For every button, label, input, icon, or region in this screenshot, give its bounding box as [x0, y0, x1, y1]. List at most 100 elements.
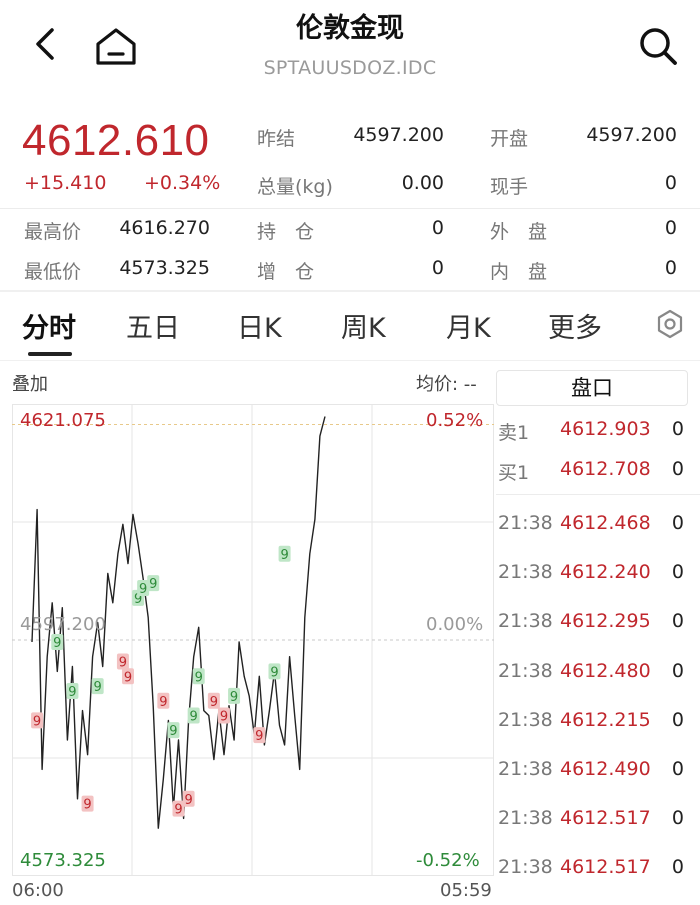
x-axis-start-label: 06:00 [12, 880, 64, 901]
tick-price: 4612.480 [560, 660, 651, 682]
tick-row: 21:38 4612.215 0 [498, 709, 694, 739]
oi-change-label: 增 仓 [257, 261, 315, 283]
signal-marker-label: 9 [184, 793, 192, 808]
bid-label: 买1 [498, 462, 530, 484]
ask-price: 4612.903 [560, 418, 651, 440]
y-axis-min-label: 4573.325 [20, 850, 106, 871]
signal-marker-label: 9 [190, 709, 198, 724]
bid-row: 买1 4612.708 0 [498, 458, 694, 488]
tick-row: 21:38 4612.490 0 [498, 758, 694, 788]
signal-marker-label: 9 [174, 803, 182, 818]
tick-price: 4612.517 [560, 807, 651, 829]
tick-time: 21:38 [498, 512, 553, 534]
tick-time: 21:38 [498, 709, 553, 731]
ask-volume: 0 [671, 418, 684, 440]
tick-price: 4612.517 [560, 856, 651, 878]
signal-marker-label: 9 [255, 729, 263, 744]
ask-label: 卖1 [498, 422, 530, 444]
low-label: 最低价 [24, 261, 82, 283]
divider [496, 494, 700, 495]
chart-settings-button[interactable] [654, 308, 686, 340]
tick-volume: 0 [671, 660, 684, 682]
divider [0, 208, 700, 209]
divider [0, 360, 700, 361]
outer-volume-label: 外 盘 [490, 221, 548, 243]
signal-marker-label: 9 [280, 548, 288, 563]
signal-marker-label: 9 [230, 690, 238, 705]
x-axis-end-label: 05:59 [440, 880, 492, 901]
tick-volume: 0 [671, 807, 684, 829]
price-change: +15.410 [24, 172, 107, 194]
y-axis-max-label: 4621.075 [20, 410, 106, 431]
signal-marker-label: 9 [139, 582, 147, 597]
current-hand-value: 0 [664, 172, 677, 194]
prev-settle-label: 昨结 [257, 128, 296, 150]
y-axis-ref-label: 4597.200 [20, 614, 106, 635]
oi-change-value: 0 [431, 257, 444, 279]
tab-weekly-k[interactable]: 周K [341, 306, 386, 345]
tick-row: 21:38 4612.240 0 [498, 561, 694, 591]
open-interest-value: 0 [431, 217, 444, 239]
tick-row: 21:38 4612.480 0 [498, 660, 694, 690]
last-price: 4612.610 [22, 116, 210, 165]
signal-marker-label: 9 [124, 670, 132, 685]
bid-volume: 0 [671, 458, 684, 480]
open-label: 开盘 [490, 128, 529, 150]
signal-marker-label: 9 [210, 695, 218, 710]
signal-marker-label: 9 [94, 680, 102, 695]
y-axis-max-pct-label: 0.52% [426, 410, 484, 431]
signal-marker-label: 9 [270, 665, 278, 680]
volume-label: 总量(kg) [257, 176, 333, 198]
overlay-button[interactable]: 叠加 [12, 370, 48, 396]
tick-price: 4612.490 [560, 758, 651, 780]
tick-price: 4612.240 [560, 561, 651, 583]
outer-volume-value: 0 [664, 217, 677, 239]
signal-marker-label: 9 [68, 685, 76, 700]
tick-volume: 0 [671, 610, 684, 632]
symbol-code: SPTAUUSDOZ.IDC [263, 57, 437, 79]
y-axis-min-pct-label: -0.52% [416, 850, 480, 871]
average-price-label: 均价: -- [416, 374, 477, 395]
signal-marker-label: 9 [159, 695, 167, 710]
signal-marker-label: 9 [53, 636, 61, 651]
tab-five-day[interactable]: 五日 [126, 306, 180, 345]
signal-marker-label: 9 [83, 798, 91, 813]
tab-more[interactable]: 更多 [548, 306, 602, 345]
low-value: 4573.325 [119, 257, 210, 279]
tick-time: 21:38 [498, 807, 553, 829]
tab-monthly-k[interactable]: 月K [446, 306, 491, 345]
volume-value: 0.00 [401, 172, 444, 194]
high-value: 4616.270 [119, 217, 210, 239]
tick-row: 21:38 4612.517 0 [498, 856, 694, 886]
y-axis-ref-pct-label: 0.00% [426, 614, 484, 635]
current-hand-label: 现手 [490, 176, 529, 198]
active-tab-indicator [28, 352, 72, 356]
order-book-header[interactable]: 盘口 [496, 370, 688, 406]
signal-marker-label: 9 [169, 724, 177, 739]
tab-daily-k[interactable]: 日K [237, 306, 282, 345]
tick-row: 21:38 4612.517 0 [498, 807, 694, 837]
search-button[interactable] [636, 24, 680, 68]
tick-volume: 0 [671, 512, 684, 534]
tick-price: 4612.215 [560, 709, 651, 731]
bid-price: 4612.708 [560, 458, 651, 480]
inner-volume-value: 0 [664, 257, 677, 279]
tick-time: 21:38 [498, 758, 553, 780]
search-icon [640, 28, 677, 65]
tick-time: 21:38 [498, 561, 553, 583]
open-interest-label: 持 仓 [257, 221, 315, 243]
signal-marker-label: 9 [33, 714, 41, 729]
tick-volume: 0 [671, 561, 684, 583]
tick-row: 21:38 4612.468 0 [498, 512, 694, 542]
prev-settle-value: 4597.200 [353, 124, 444, 146]
tick-time: 21:38 [498, 660, 553, 682]
page-title: 伦敦金现 [296, 13, 404, 44]
inner-volume-label: 内 盘 [490, 261, 548, 283]
tab-intraday[interactable]: 分时 [22, 306, 76, 345]
tick-price: 4612.295 [560, 610, 651, 632]
tick-volume: 0 [671, 709, 684, 731]
signal-marker-label: 9 [195, 670, 203, 685]
intraday-chart[interactable]: 999999999 9999999999999 [12, 404, 494, 876]
tick-time: 21:38 [498, 856, 553, 878]
high-label: 最高价 [24, 221, 82, 243]
